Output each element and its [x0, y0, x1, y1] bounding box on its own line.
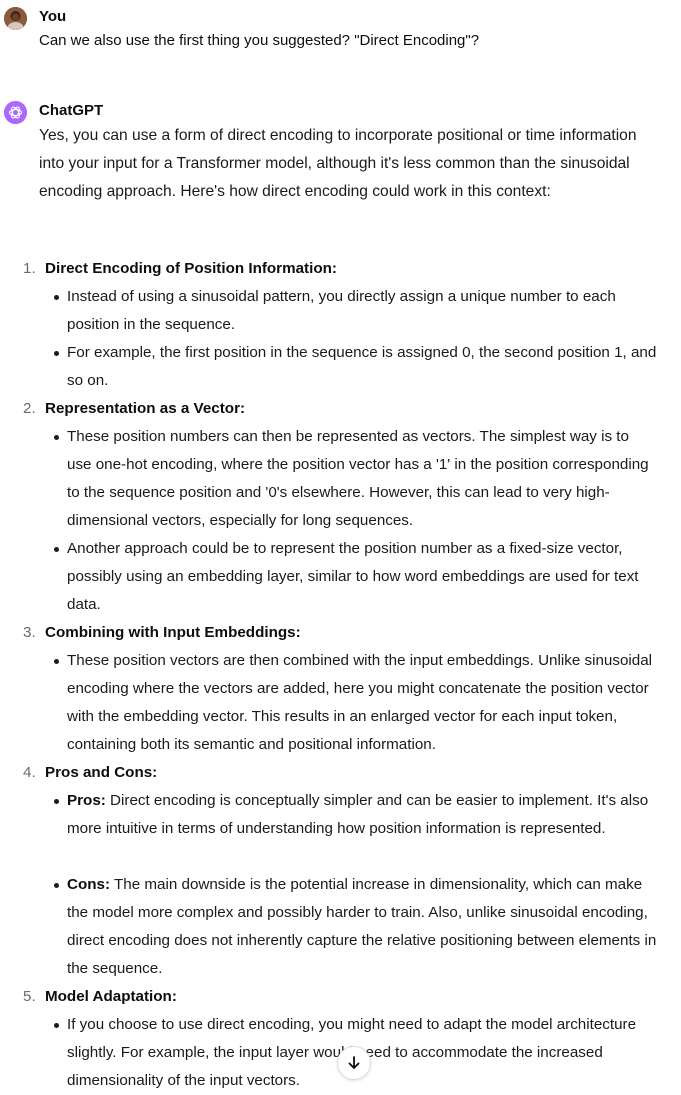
list-item-title: Pros and Cons: — [45, 764, 158, 781]
bullet-text: Another approach could be to represent t… — [67, 535, 657, 619]
bullet-item: For example, the first position in the s… — [0, 339, 681, 395]
bullet-text: Pros: Direct encoding is conceptually si… — [67, 787, 657, 843]
bullet-dot — [54, 295, 59, 300]
user-author-name: You — [39, 8, 67, 25]
list-item-title: Representation as a Vector: — [45, 400, 246, 417]
bullet-dot — [54, 547, 59, 552]
bullet-body: For example, the first position in the s… — [67, 344, 657, 389]
list-item-number: 3. — [23, 624, 36, 641]
openai-logo-icon — [4, 101, 27, 124]
list-item-number: 5. — [23, 988, 36, 1005]
bullet-label: Cons: — [67, 876, 111, 893]
bullet-body: These position vectors are then combined… — [67, 652, 653, 753]
list-item-number: 4. — [23, 764, 36, 781]
arrow-down-icon — [348, 1056, 360, 1069]
bullet-text: These position vectors are then combined… — [67, 647, 657, 759]
bullet-item: Another approach could be to represent t… — [0, 535, 681, 619]
assistant-avatar — [4, 101, 27, 124]
bullet-body: The main downside is the potential incre… — [67, 876, 657, 977]
bullet-body: Instead of using a sinusoidal pattern, y… — [67, 288, 616, 333]
list-item-heading: 3. Combining with Input Embeddings: — [0, 619, 681, 647]
bullet-item: These position vectors are then combined… — [0, 647, 681, 759]
list-item-heading: 1. Direct Encoding of Position Informatio… — [0, 255, 681, 283]
bullet-body: Another approach could be to represent t… — [67, 540, 639, 613]
bullet-text: For example, the first position in the s… — [67, 339, 657, 395]
bullet-text: Instead of using a sinusoidal pattern, y… — [67, 283, 657, 339]
bullet-item: Instead of using a sinusoidal pattern, y… — [0, 283, 681, 339]
user-avatar-photo — [4, 7, 27, 30]
list-item-number: 1. — [23, 260, 36, 277]
bullet-body: These position numbers can then be repre… — [67, 428, 649, 529]
list-item-title: Model Adaptation: — [45, 988, 177, 1005]
bullet-item: These position numbers can then be repre… — [0, 423, 681, 535]
list-item-number: 2. — [23, 400, 36, 417]
assistant-intro-text: Yes, you can use a form of direct encodi… — [39, 127, 637, 200]
bullet-item: Pros: Direct encoding is conceptually si… — [0, 787, 681, 871]
bullet-text: These position numbers can then be repre… — [67, 423, 657, 535]
list-item-heading: 4. Pros and Cons: — [0, 759, 681, 787]
bullet-dot — [54, 799, 59, 804]
bullet-item: Cons: The main downside is the potential… — [0, 871, 681, 983]
bullet-dot — [54, 1023, 59, 1028]
bullet-text: Cons: The main downside is the potential… — [67, 871, 657, 983]
bullet-label: Pros: — [67, 792, 106, 809]
bullet-dot — [54, 435, 59, 440]
bullet-dot — [54, 659, 59, 664]
assistant-author-name: ChatGPT — [39, 102, 104, 119]
user-avatar — [4, 7, 27, 30]
list-item-heading: 5. Model Adaptation: — [0, 983, 681, 1011]
bullet-dot — [54, 351, 59, 356]
scroll-to-bottom-button[interactable] — [337, 1046, 371, 1080]
list-item-title: Combining with Input Embeddings: — [45, 624, 301, 641]
bullet-dot — [54, 883, 59, 888]
bullet-body: Direct encoding is conceptually simpler … — [67, 792, 649, 837]
list-item-heading: 2. Representation as a Vector: — [0, 395, 681, 423]
list-item-title: Direct Encoding of Position Information: — [45, 260, 337, 277]
user-message-text: Can we also use the first thing you sugg… — [39, 32, 480, 49]
